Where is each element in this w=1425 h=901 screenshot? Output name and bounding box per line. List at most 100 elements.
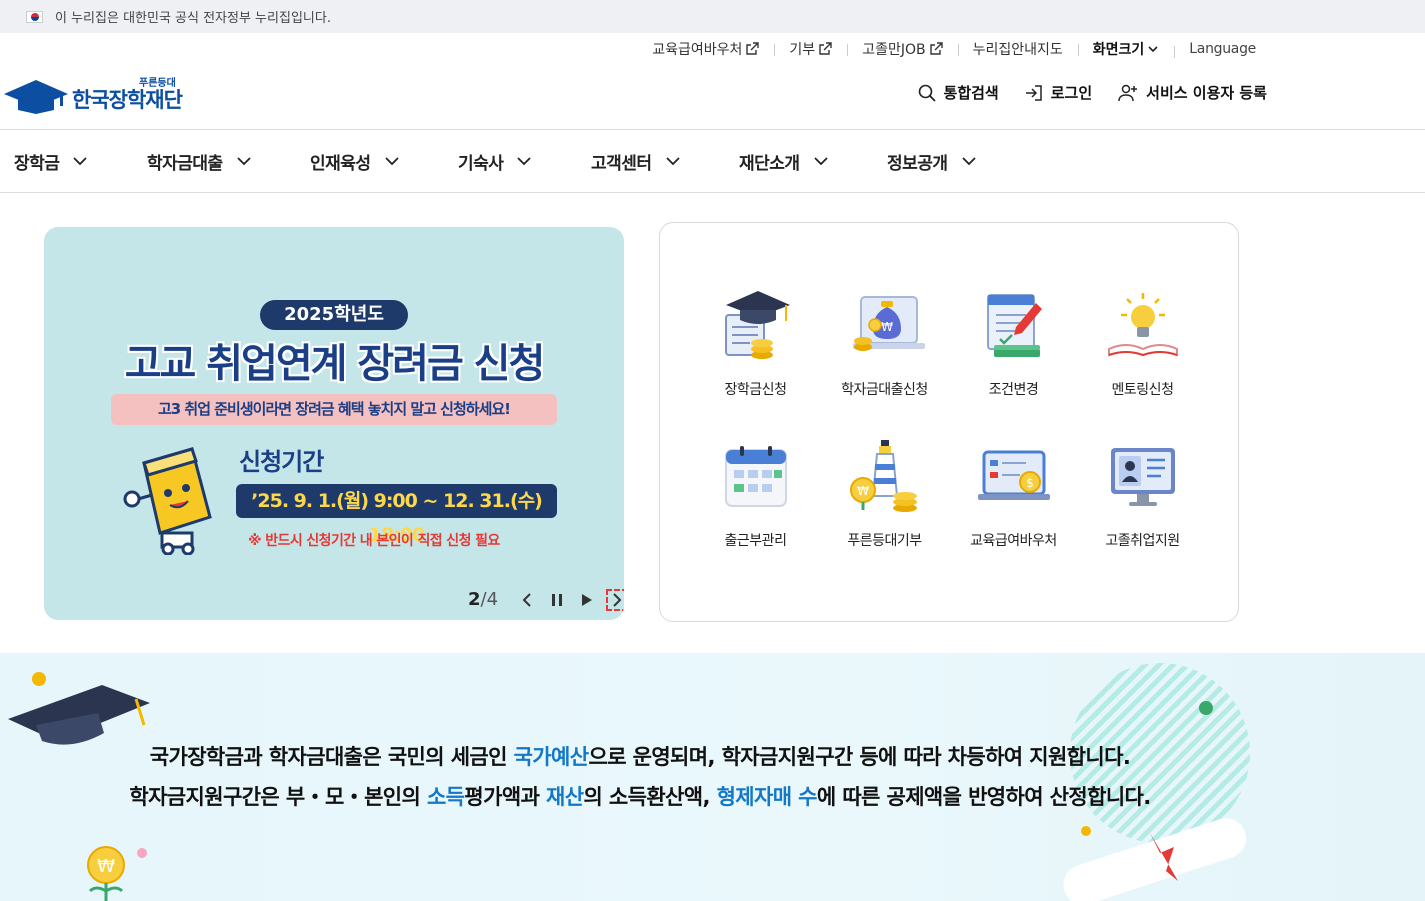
- coin-plant-decoration-icon: ₩: [87, 846, 147, 901]
- info-highlight: 소득: [426, 785, 465, 809]
- gnb-label: 학자금대출: [147, 153, 223, 174]
- quick-menu-panel: 장학금신청 ₩ 학자금대출신청 조건변경 멘토링신청 출근부관리 ₩ 푸른등대기…: [659, 222, 1239, 622]
- gov-banner: 이 누리집은 대한민국 공식 전자정부 누리집입니다.: [0, 0, 1425, 33]
- quick-label: 출근부관리: [724, 533, 787, 549]
- svg-text:₩: ₩: [881, 320, 893, 334]
- gov-banner-text: 이 누리집은 대한민국 공식 전자정부 누리집입니다.: [55, 11, 331, 26]
- gnb-customer-center[interactable]: 고객센터: [591, 130, 680, 192]
- korean-flag-icon: [26, 10, 43, 23]
- info-text: 학자금지원구간은 부・모・본인의: [129, 785, 427, 809]
- document-edit-icon: [986, 294, 1042, 357]
- lighthouse-coins-icon: ₩: [849, 440, 917, 512]
- gnb-label: 재단소개: [739, 153, 800, 174]
- user-add-icon: [1118, 84, 1138, 101]
- info-text: 에 따른 공제액을 반영하여 산정합니다.: [816, 785, 1151, 809]
- svg-text:$: $: [1026, 476, 1034, 490]
- chevron-down-icon: [665, 157, 680, 166]
- gnb-loan[interactable]: 학자금대출: [147, 130, 251, 192]
- login-icon: [1025, 84, 1042, 101]
- chevron-down-icon: [384, 157, 399, 166]
- gnb-label: 고객센터: [591, 153, 652, 174]
- quick-donation[interactable]: ₩ 푸른등대기부: [820, 436, 949, 550]
- job-link[interactable]: 고졸만JOB: [847, 39, 957, 59]
- donate-label: 기부: [789, 42, 816, 58]
- graduation-cap-icon: [724, 291, 790, 359]
- money-bag-laptop-icon: ₩: [852, 296, 925, 351]
- gnb-dormitory[interactable]: 기숙사: [458, 130, 532, 192]
- login-label: 로그인: [1050, 84, 1093, 102]
- main-banner-slide[interactable]: 2025학년도 고교 취업연계 장려금 신청 고3 취업 준비생이라면 장려금 …: [44, 227, 624, 620]
- chevron-down-icon: [813, 157, 828, 166]
- gnb-about[interactable]: 재단소개: [739, 130, 828, 192]
- register-button[interactable]: 서비스 이용자 등록: [1118, 82, 1267, 103]
- pause-icon: [552, 593, 563, 606]
- edu-voucher-link[interactable]: 교육급여바우처: [637, 39, 774, 59]
- banner-note: ※ 반드시 신청기간 내 본인이 직접 신청 필요: [248, 533, 500, 549]
- info-highlight: 형제자매 수: [716, 785, 818, 809]
- play-icon: [582, 593, 593, 606]
- quick-attendance-manage[interactable]: 출근부관리: [691, 436, 820, 550]
- job-label: 고졸만JOB: [862, 42, 926, 58]
- gnb-disclosure[interactable]: 정보공개: [887, 130, 976, 192]
- info-line-2: 학자금지원구간은 부・모・본인의 소득평가액과 재산의 소득환산액, 형제자매 …: [0, 781, 1280, 811]
- carousel-pause-button[interactable]: [548, 591, 566, 609]
- quick-mentoring-apply[interactable]: 멘토링신청: [1078, 285, 1207, 399]
- register-label: 서비스 이용자 등록: [1146, 84, 1267, 102]
- chevron-right-icon: [613, 592, 622, 607]
- banner-period: ’25. 9. 1.(월) 9:00 ~ 12. 31.(수) 18:00: [236, 484, 557, 546]
- header-actions: 통합검색 로그인 서비스 이용자 등록: [918, 82, 1267, 103]
- gnb-label: 인재육성: [310, 153, 371, 174]
- mascot-character-icon: [123, 447, 212, 555]
- site-logo[interactable]: 푸른등대 한국장학재단: [4, 74, 183, 114]
- svg-text:₩: ₩: [97, 856, 115, 877]
- gnb-label: 기숙사: [458, 153, 504, 174]
- quick-condition-change[interactable]: 조건변경: [949, 285, 1078, 399]
- laptop-voucher-icon: $: [977, 450, 1050, 500]
- gnb-scholarship[interactable]: 장학금: [14, 130, 88, 192]
- info-section: ₩ 국가장학금과 학자금대출은 국민의 세금인 국가예산으로 운영되며, 학자금…: [0, 653, 1425, 901]
- banner-year-badge: 2025학년도: [260, 300, 408, 330]
- quick-scholarship-apply[interactable]: 장학금신청: [691, 285, 820, 399]
- quick-label: 조건변경: [988, 382, 1039, 398]
- svg-text:₩: ₩: [857, 484, 869, 498]
- info-highlight: 재산: [546, 785, 584, 809]
- chevron-down-icon: [517, 157, 532, 166]
- utility-nav: 교육급여바우처 기부 고졸만JOB 누리집안내지도 화면크기 Language: [637, 38, 1271, 60]
- calendar-icon: [724, 446, 787, 507]
- login-button[interactable]: 로그인: [1025, 82, 1092, 103]
- chevron-left-icon: [522, 592, 531, 607]
- search-label: 통합검색: [943, 84, 999, 102]
- quick-label: 학자금대출신청: [841, 382, 928, 398]
- info-text: 으로 운영되며, 학자금지원구간 등에 따라 차등하여 지원합니다.: [588, 745, 1131, 769]
- banner-title: 고교 취업연계 장려금 신청: [124, 341, 546, 387]
- carousel-play-button[interactable]: [578, 591, 596, 609]
- gnb-label: 정보공개: [887, 153, 948, 174]
- chevron-down-icon: [73, 157, 88, 166]
- info-text: 평가액과: [464, 785, 546, 809]
- main-navigation: 장학금 학자금대출 인재육성 기숙사 고객센터 재단소개 정보공개: [0, 129, 1425, 193]
- logo-small-text: 푸른등대: [139, 78, 176, 89]
- gnb-label: 장학금: [14, 153, 60, 174]
- info-highlight: 국가예산: [513, 745, 589, 769]
- monitor-profile-icon: [1110, 448, 1175, 506]
- integrated-search-button[interactable]: 통합검색: [918, 82, 999, 103]
- carousel-next-button[interactable]: [606, 588, 624, 611]
- carousel-prev-button[interactable]: [518, 591, 536, 609]
- external-link-icon: [819, 42, 832, 55]
- chevron-down-icon: [961, 157, 976, 166]
- quick-edu-voucher[interactable]: $ 교육급여바우처: [949, 436, 1078, 550]
- diploma-decoration-icon: [1063, 818, 1247, 901]
- language-dropdown[interactable]: Language: [1174, 41, 1271, 58]
- chevron-down-icon: [237, 157, 251, 166]
- font-size-dropdown[interactable]: 화면크기: [1077, 39, 1175, 59]
- quick-job-support[interactable]: 고졸취업지원: [1078, 436, 1207, 550]
- gnb-talent[interactable]: 인재육성: [310, 130, 399, 192]
- graduation-cap-logo-icon: [4, 80, 68, 114]
- font-size-label: 화면크기: [1092, 42, 1145, 58]
- quick-loan-apply[interactable]: ₩ 학자금대출신청: [820, 285, 949, 399]
- donate-link[interactable]: 기부: [774, 39, 847, 59]
- banner-period-label: 신청기간: [239, 448, 324, 476]
- quick-label: 멘토링신청: [1111, 382, 1174, 398]
- quick-label: 푸른등대기부: [847, 533, 922, 549]
- sitemap-link[interactable]: 누리집안내지도: [957, 39, 1078, 59]
